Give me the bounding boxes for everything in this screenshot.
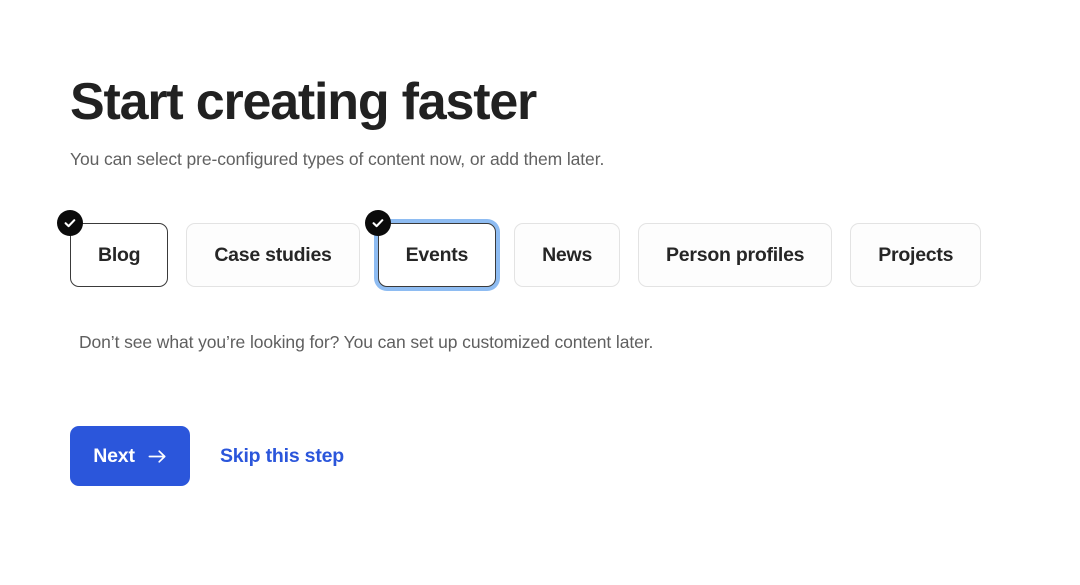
action-row: Next Skip this step [70,426,344,486]
chip-news[interactable]: News [514,223,621,287]
page-title: Start creating faster [70,73,537,131]
arrow-right-icon [148,449,167,464]
content-type-chip-group: Blog Case studies Events News Person pro… [57,210,982,287]
page-subtitle: You can select pre-configured types of c… [70,149,605,169]
onboarding-content-types-screen: Start creating faster You can select pre… [0,0,1080,585]
chip-wrapper-blog: Blog [57,210,169,287]
chip-projects[interactable]: Projects [850,223,982,287]
skip-this-step-link[interactable]: Skip this step [220,445,344,468]
helper-text: Don’t see what you’re looking for? You c… [79,332,654,352]
next-button-label: Next [93,444,135,467]
chip-wrapper-person-profiles: Person profiles [638,223,833,287]
next-button[interactable]: Next [70,426,190,486]
chip-case-studies[interactable]: Case studies [186,223,360,287]
chip-wrapper-events: Events [364,210,497,287]
chip-wrapper-case-studies: Case studies [186,223,360,287]
chip-blog[interactable]: Blog [70,223,169,287]
chip-wrapper-projects: Projects [850,223,982,287]
chip-events[interactable]: Events [377,223,497,287]
chip-person-profiles[interactable]: Person profiles [638,223,833,287]
chip-wrapper-news: News [514,223,621,287]
